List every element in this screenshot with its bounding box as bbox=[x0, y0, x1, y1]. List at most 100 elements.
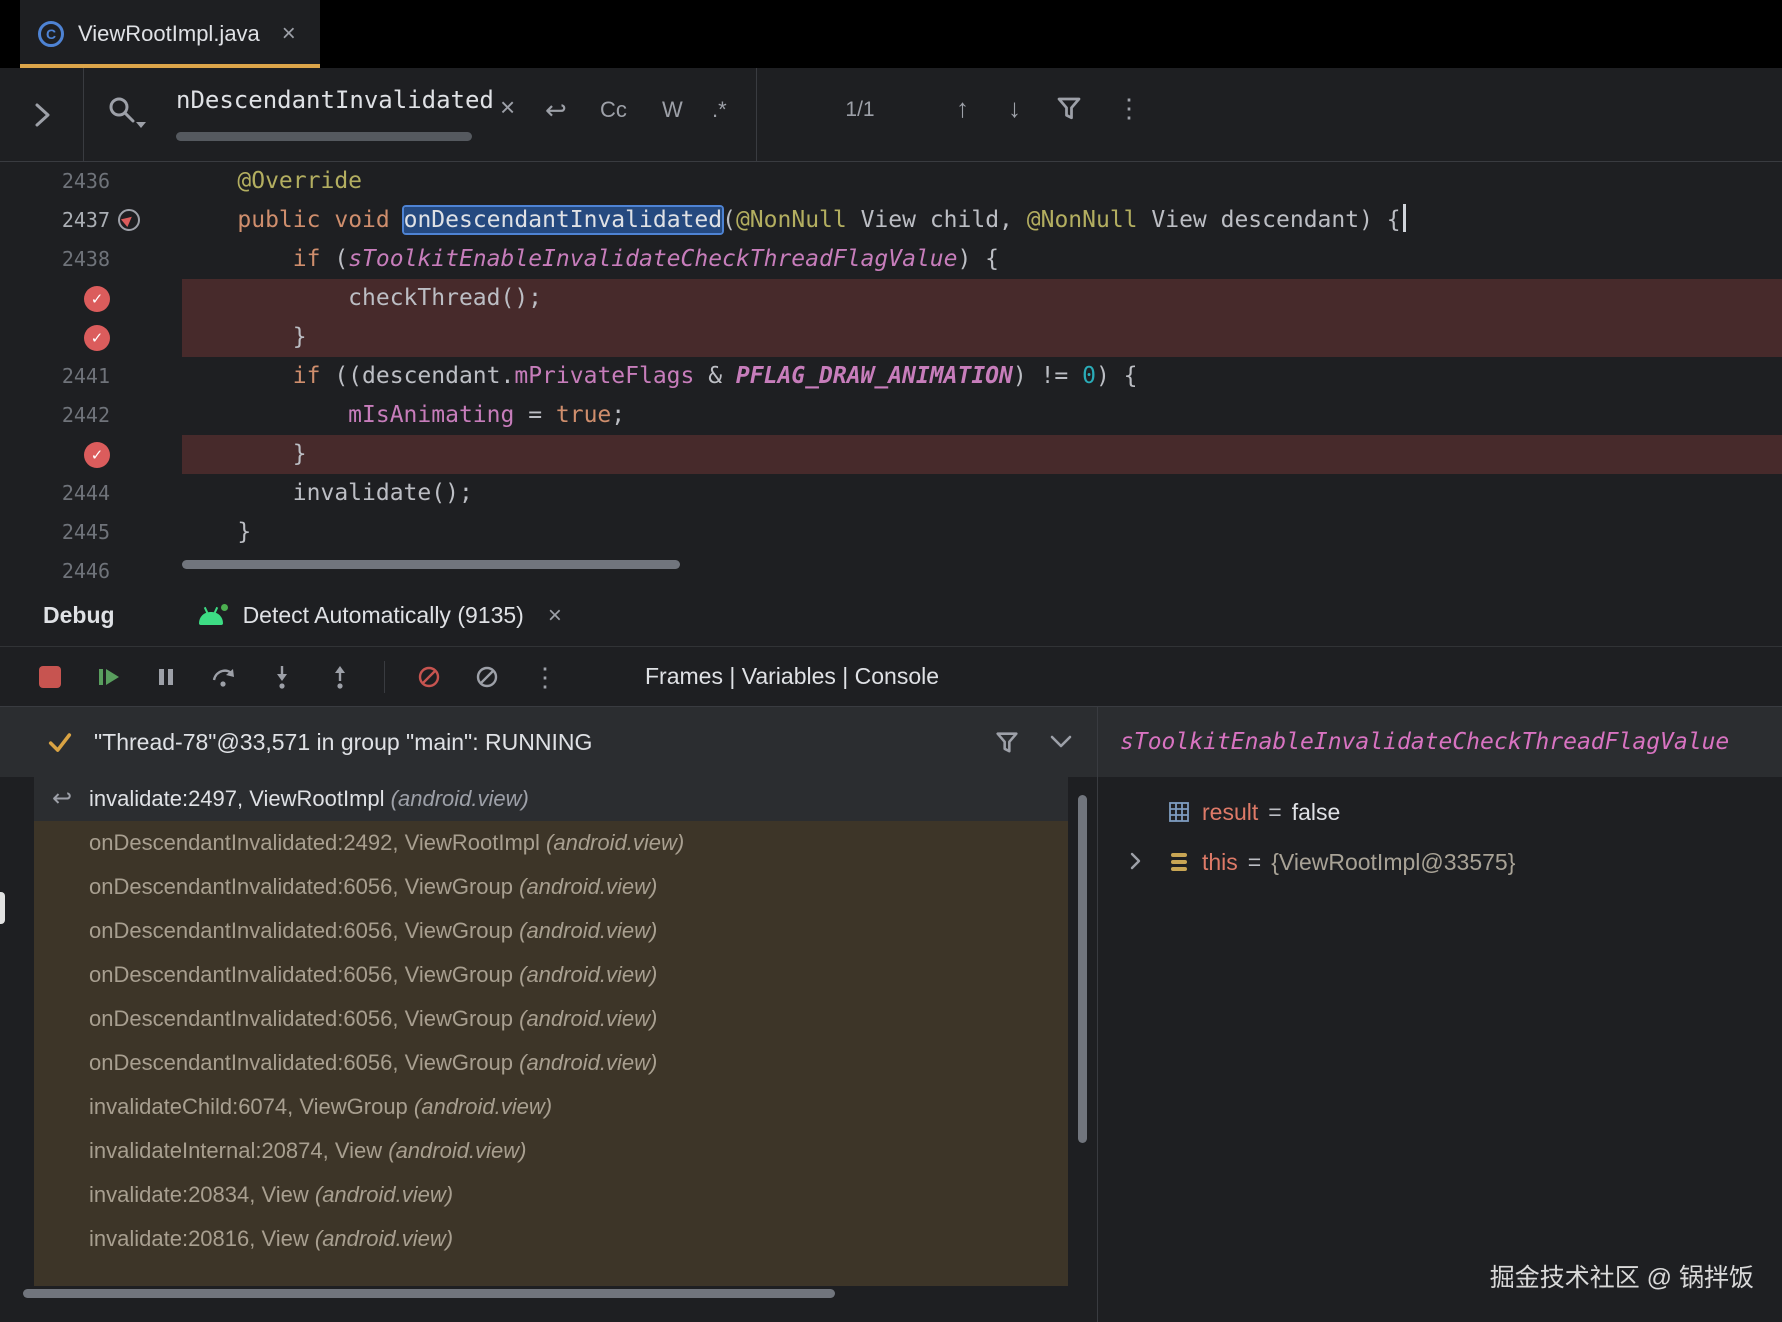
frame-row[interactable]: ↩invalidate:2497, ViewRootImpl (android.… bbox=[34, 777, 1068, 821]
step-into-button[interactable] bbox=[268, 663, 296, 691]
breakpoint-gutter[interactable]: ✓ bbox=[0, 279, 182, 318]
resume-button[interactable] bbox=[94, 663, 122, 691]
mute-breakpoints-button[interactable] bbox=[473, 663, 501, 691]
debug-session-tab[interactable]: Detect Automatically (9135) × bbox=[197, 601, 562, 631]
frame-row[interactable]: onDescendantInvalidated:6056, ViewGroup … bbox=[34, 997, 1068, 1041]
line-number-gutter[interactable]: 2444 bbox=[0, 474, 182, 513]
match-case-toggle[interactable]: Cc bbox=[600, 94, 627, 126]
line-number-gutter[interactable]: 2441 bbox=[0, 357, 182, 396]
code-line-text[interactable]: if (sToolkitEnableInvalidateCheckThreadF… bbox=[182, 240, 1782, 279]
resume-icon bbox=[94, 663, 122, 691]
code-line[interactable]: ✓ checkThread(); bbox=[0, 279, 1782, 318]
frame-row[interactable]: onDescendantInvalidated:2492, ViewRootIm… bbox=[34, 821, 1068, 865]
code-line-text[interactable]: invalidate(); bbox=[182, 474, 1782, 513]
step-out-icon bbox=[326, 663, 354, 691]
next-match-button[interactable]: ↓ bbox=[1008, 90, 1021, 126]
code-editor[interactable]: 2436 @Override2437 public void onDescend… bbox=[0, 162, 1782, 585]
stop-button[interactable] bbox=[36, 663, 64, 691]
code-line-text[interactable]: } bbox=[182, 513, 1782, 552]
line-number-gutter[interactable]: 2438 bbox=[0, 240, 182, 279]
breakpoint-gutter[interactable]: ✓ bbox=[0, 318, 182, 357]
expand-search-button[interactable] bbox=[0, 68, 84, 161]
code-line-text[interactable]: if ((descendant.mPrivateFlags & PFLAG_DR… bbox=[182, 357, 1782, 396]
line-number-gutter[interactable]: 2436 bbox=[0, 162, 182, 201]
filter-search-icon[interactable] bbox=[1054, 94, 1084, 124]
line-number-gutter[interactable]: 2442 bbox=[0, 396, 182, 435]
thread-label: "Thread-78"@33,571 in group "main": RUNN… bbox=[94, 729, 592, 756]
frame-row[interactable]: onDescendantInvalidated:6056, ViewGroup … bbox=[34, 953, 1068, 997]
regex-toggle[interactable]: .* bbox=[712, 94, 727, 126]
code-line[interactable]: 2441 if ((descendant.mPrivateFlags & PFL… bbox=[0, 357, 1782, 396]
step-out-button[interactable] bbox=[326, 663, 354, 691]
view-breakpoints-button[interactable] bbox=[415, 663, 443, 691]
pause-button[interactable] bbox=[152, 663, 180, 691]
frame-label: onDescendantInvalidated:6056, ViewGroup bbox=[89, 1050, 519, 1075]
equals-sign: = bbox=[1268, 799, 1281, 826]
frame-label: onDescendantInvalidated:2492, ViewRootIm… bbox=[89, 830, 546, 855]
editor-horizontal-scrollbar[interactable] bbox=[182, 560, 680, 569]
breakpoint-icon[interactable]: ✓ bbox=[84, 325, 110, 351]
code-line-text[interactable]: @Override bbox=[182, 162, 1782, 201]
match-count: 1/1 bbox=[820, 94, 900, 126]
code-line[interactable]: ✓ } bbox=[0, 435, 1782, 474]
breakpoint-icon[interactable]: ✓ bbox=[84, 442, 110, 468]
code-line[interactable]: 2436 @Override bbox=[0, 162, 1782, 201]
frame-row-partial[interactable] bbox=[34, 1261, 1068, 1286]
line-number-gutter[interactable]: 2445 bbox=[0, 513, 182, 552]
step-over-button[interactable] bbox=[210, 663, 238, 691]
close-icon[interactable]: × bbox=[282, 22, 296, 46]
words-toggle[interactable]: W bbox=[662, 94, 683, 126]
code-line-text[interactable]: public void onDescendantInvalidated(@Non… bbox=[182, 201, 1782, 240]
frame-row[interactable]: onDescendantInvalidated:6056, ViewGroup … bbox=[34, 909, 1068, 953]
thread-selector[interactable]: "Thread-78"@33,571 in group "main": RUNN… bbox=[0, 707, 1097, 777]
newline-toggle[interactable]: ↩ bbox=[545, 94, 567, 126]
running-status-dot bbox=[219, 602, 230, 613]
frames-horizontal-scrollbar[interactable] bbox=[23, 1289, 835, 1298]
breakpoint-icon[interactable]: ✓ bbox=[84, 286, 110, 312]
code-line[interactable]: 2444 invalidate(); bbox=[0, 474, 1782, 513]
breakpoint-gutter[interactable]: ✓ bbox=[0, 435, 182, 474]
clear-search-icon[interactable]: × bbox=[500, 94, 515, 120]
code-line-text[interactable]: } bbox=[182, 435, 1782, 474]
frames-panel: "Thread-78"@33,571 in group "main": RUNN… bbox=[0, 707, 1097, 1322]
more-options-icon[interactable]: ⋮ bbox=[1116, 90, 1142, 126]
code-line[interactable]: 2438 if (sToolkitEnableInvalidateCheckTh… bbox=[0, 240, 1782, 279]
code-line-text[interactable]: checkThread(); bbox=[182, 279, 1782, 318]
frames-vertical-scrollbar[interactable] bbox=[1078, 795, 1087, 1143]
close-icon[interactable]: × bbox=[548, 604, 562, 628]
frame-row[interactable]: onDescendantInvalidated:6056, ViewGroup … bbox=[34, 865, 1068, 909]
more-options-icon[interactable]: ⋮ bbox=[531, 663, 559, 691]
debugger-views-links[interactable]: Frames | Variables | Console bbox=[645, 663, 939, 690]
line-number-text: 2441 bbox=[62, 357, 110, 396]
chevron-down-icon[interactable] bbox=[1048, 733, 1074, 751]
line-number-gutter[interactable]: 2446 bbox=[0, 552, 182, 585]
code-line[interactable]: 2442 mIsAnimating = true; bbox=[0, 396, 1782, 435]
frame-row[interactable]: invalidateInternal:20874, View (android.… bbox=[34, 1129, 1068, 1173]
variable-name: result bbox=[1202, 799, 1258, 826]
variable-row[interactable]: this = {ViewRootImpl@33575} bbox=[1098, 837, 1782, 887]
frame-label: invalidate:20816, View bbox=[89, 1226, 315, 1251]
search-field-scrollbar[interactable] bbox=[176, 132, 472, 141]
code-line-text[interactable]: } bbox=[182, 318, 1782, 357]
search-input[interactable]: nDescendantInvalidated bbox=[176, 86, 494, 132]
previous-match-button[interactable]: ↑ bbox=[956, 90, 969, 126]
frame-row[interactable]: invalidate:20816, View (android.view) bbox=[34, 1217, 1068, 1261]
variable-row[interactable]: result = false bbox=[1098, 787, 1782, 837]
filter-threads-icon[interactable] bbox=[993, 729, 1021, 757]
expand-chevron-icon[interactable] bbox=[1124, 850, 1146, 872]
watch-expression-header[interactable]: sToolkitEnableInvalidateCheckThreadFlagV… bbox=[1098, 707, 1782, 777]
code-line[interactable]: 2445 } bbox=[0, 513, 1782, 552]
search-icon[interactable] bbox=[106, 94, 146, 134]
editor-tab[interactable]: C ViewRootImpl.java × bbox=[20, 0, 320, 68]
code-line-text[interactable]: mIsAnimating = true; bbox=[182, 396, 1782, 435]
frame-label: invalidate:2497, ViewRootImpl bbox=[89, 786, 391, 811]
line-number-gutter[interactable]: 2437 bbox=[0, 201, 182, 240]
frame-row[interactable]: invalidate:20834, View (android.view) bbox=[34, 1173, 1068, 1217]
frame-row[interactable]: invalidateChild:6074, ViewGroup (android… bbox=[34, 1085, 1068, 1129]
code-token: if bbox=[293, 246, 321, 272]
code-token: @NonNull bbox=[1027, 207, 1138, 233]
frame-row[interactable]: onDescendantInvalidated:6056, ViewGroup … bbox=[34, 1041, 1068, 1085]
code-line[interactable]: ✓ } bbox=[0, 318, 1782, 357]
tool-window-stripe-handle[interactable] bbox=[0, 892, 5, 924]
code-line[interactable]: 2437 public void onDescendantInvalidated… bbox=[0, 201, 1782, 240]
